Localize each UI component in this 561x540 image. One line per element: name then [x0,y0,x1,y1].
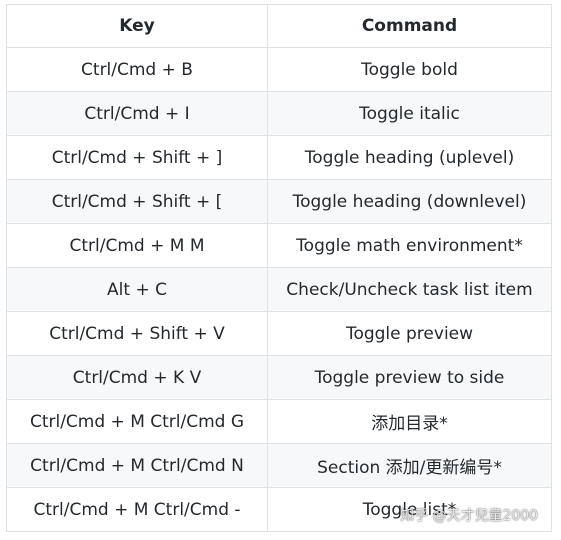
shortcut-table-container: Key Command Ctrl/Cmd + B Toggle bold Ctr… [6,4,552,532]
table-row: Ctrl/Cmd + K V Toggle preview to side [6,355,552,400]
table-row: Ctrl/Cmd + B Toggle bold [6,47,552,92]
key-cell: Ctrl/Cmd + K V [6,355,268,400]
command-cell: Toggle preview to side [267,355,552,400]
command-cell: Toggle italic [267,91,552,136]
key-cell: Ctrl/Cmd + Shift + [ [6,179,268,224]
command-cell: Toggle preview [267,311,552,356]
key-cell: Ctrl/Cmd + I [6,91,268,136]
table-header-row: Key Command [6,4,552,48]
table-row: Ctrl/Cmd + M Ctrl/Cmd G 添加目录* [6,399,552,444]
table-row: Ctrl/Cmd + Shift + ] Toggle heading (upl… [6,135,552,180]
key-cell: Ctrl/Cmd + M Ctrl/Cmd G [6,399,268,444]
table-row: Ctrl/Cmd + I Toggle italic [6,91,552,136]
table-row: Ctrl/Cmd + Shift + [ Toggle heading (dow… [6,179,552,224]
table-row: Ctrl/Cmd + M Ctrl/Cmd - Toggle list* [6,487,552,532]
command-cell: Toggle heading (downlevel) [267,179,552,224]
key-cell: Alt + C [6,267,268,312]
command-cell: Check/Uncheck task list item [267,267,552,312]
command-cell: Toggle heading (uplevel) [267,135,552,180]
table-row: Ctrl/Cmd + M Ctrl/Cmd N Section 添加/更新编号* [6,443,552,488]
command-cell: Toggle bold [267,47,552,92]
key-cell: Ctrl/Cmd + B [6,47,268,92]
key-cell: Ctrl/Cmd + Shift + V [6,311,268,356]
table-row: Ctrl/Cmd + Shift + V Toggle preview [6,311,552,356]
command-cell: Toggle math environment* [267,223,552,268]
key-cell: Ctrl/Cmd + M M [6,223,268,268]
command-cell: 添加目录* [267,399,552,444]
header-command: Command [267,4,552,48]
command-cell: Toggle list* [267,487,552,532]
header-key: Key [6,4,268,48]
key-cell: Ctrl/Cmd + M Ctrl/Cmd - [6,487,268,532]
command-cell: Section 添加/更新编号* [267,443,552,488]
table-row: Alt + C Check/Uncheck task list item [6,267,552,312]
key-cell: Ctrl/Cmd + Shift + ] [6,135,268,180]
key-cell: Ctrl/Cmd + M Ctrl/Cmd N [6,443,268,488]
shortcut-table: Key Command Ctrl/Cmd + B Toggle bold Ctr… [6,4,552,532]
table-row: Ctrl/Cmd + M M Toggle math environment* [6,223,552,268]
